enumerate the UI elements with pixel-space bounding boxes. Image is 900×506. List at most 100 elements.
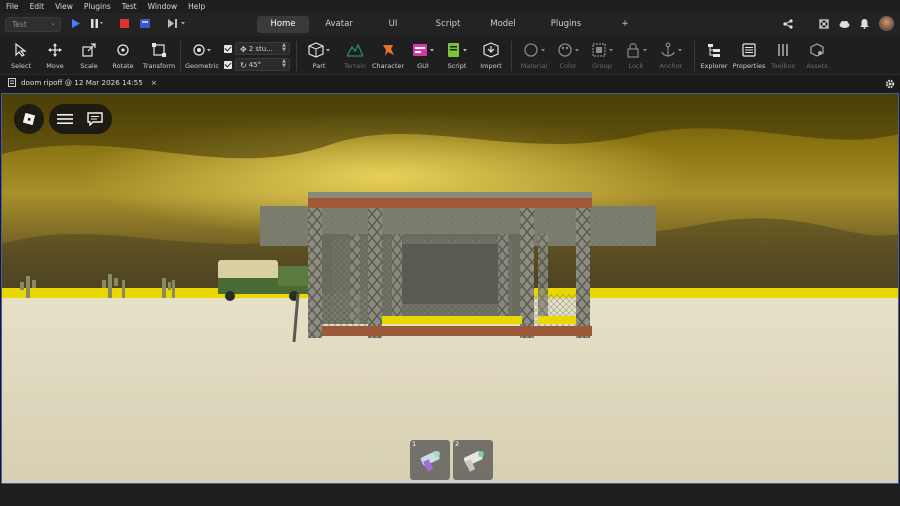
share-icon[interactable] [783,18,793,29]
part-tool[interactable]: Part [302,40,336,70]
snap-rotate-value: 45° [248,61,262,69]
move-tool[interactable]: Move [40,40,70,70]
script-label: Script [447,62,467,70]
terrain-tool[interactable]: Terrain [340,40,370,70]
terrain-label: Terrain [343,62,366,70]
toolbar-divider [296,41,297,71]
import-icon [483,42,499,58]
tool-hotbar: 1 2 [410,440,493,480]
geometric-icon [193,44,211,56]
tab-model[interactable]: Model [479,16,527,33]
tab-script[interactable]: Script [417,16,479,33]
roblox-menu-button[interactable] [14,104,44,134]
tab-ui[interactable]: UI [369,16,417,33]
gui-tool[interactable]: GUI [408,40,438,70]
hotbar-slot-1[interactable]: 1 [410,440,450,480]
geometric-mode-button[interactable]: Geometric [184,40,220,70]
add-tab-button[interactable]: + [605,16,645,33]
hamburger-menu-icon[interactable] [57,113,73,125]
anchor-tool[interactable]: Anchor [654,40,688,70]
mode-dropdown-value: Test [12,20,27,29]
explorer-button[interactable]: Explorer [699,40,729,70]
tab-home[interactable]: Home [257,16,309,33]
toolbar-divider [511,41,512,71]
menu-file[interactable]: File [0,0,24,13]
chat-icon[interactable] [87,112,103,126]
material-icon [524,43,545,57]
assets-button[interactable]: Assets [802,40,832,70]
close-tab-button[interactable]: × [151,78,157,87]
game-viewport[interactable]: STAY SCARED 1 [1,93,899,484]
lock-icon [627,43,647,58]
properties-button[interactable]: Properties [731,40,767,70]
collaborate-icon[interactable] [819,18,829,29]
cloud-icon[interactable] [839,20,850,28]
menu-test[interactable]: Test [116,0,142,13]
scale-icon [82,43,96,57]
toolbar-divider [180,41,181,71]
menu-plugins[interactable]: Plugins [78,0,116,13]
scale-label: Scale [80,62,98,70]
explorer-label: Explorer [700,62,728,70]
tab-plugins[interactable]: Plugins [527,16,605,33]
snap-rotate-checkbox[interactable] [224,60,232,69]
select-label: Select [10,62,32,70]
transform-tool[interactable]: Transform [142,40,176,70]
hotbar-slot-number: 1 [412,440,417,448]
toolbox-label: Toolbox [770,62,796,70]
terrain-icon [347,43,363,57]
mode-dropdown[interactable]: Test ⌄ [5,17,61,32]
move-label: Move [46,62,64,70]
rotate-icon [117,44,129,56]
status-bar [0,485,900,506]
menu-view[interactable]: View [49,0,78,13]
menu-help[interactable]: Help [182,0,210,13]
import-tool[interactable]: Import [476,40,506,70]
hotbar-slot-2[interactable]: 2 [453,440,493,480]
document-tab-title: doom ripoff @ 12 Mar 2026 14:55 [21,78,143,87]
play-icon[interactable] [71,19,80,28]
menu-window[interactable]: Window [142,0,183,13]
move-arrows-icon: ✥ [240,44,247,54]
avatar[interactable] [879,16,894,31]
blaster-tool-icon [463,451,484,472]
stepper-icon[interactable]: ▲ ▼ [282,43,286,53]
stop-icon[interactable] [120,19,129,28]
blaster-tool-icon [420,451,440,472]
server-client-icon[interactable] [140,19,150,28]
material-tool[interactable]: Material [516,40,552,70]
lock-label: Lock [628,62,644,70]
pause-icon[interactable] [91,19,103,28]
transform-icon [152,43,166,57]
select-tool[interactable]: Select [6,40,36,70]
gui-label: GUI [417,62,429,70]
snap-move-checkbox[interactable] [224,44,232,53]
snap-move-field[interactable]: ✥ 2 stu... ▲ ▼ [235,42,290,55]
tab-avatar[interactable]: Avatar [309,16,369,33]
lock-tool[interactable]: Lock [620,40,652,70]
notification-bell-icon[interactable] [860,18,869,29]
document-tab[interactable]: doom ripoff @ 12 Mar 2026 14:55 × [8,78,157,87]
document-icon [8,78,16,87]
script-tool[interactable]: Script [442,40,472,70]
gui-icon [413,44,434,56]
snap-rotate-field[interactable]: ↻ 45° ▲ ▼ [235,58,290,71]
character-tool[interactable]: Character [371,40,405,70]
scale-tool[interactable]: Scale [74,40,104,70]
group-label: Group [592,62,612,70]
material-label: Material [520,62,548,70]
rotate-icon: ↻ [240,60,247,70]
gear-icon[interactable] [885,79,895,89]
stepper-icon[interactable]: ▲ ▼ [282,59,286,69]
snap-rotate-row: ↻ 45° ▲ ▼ [224,58,290,71]
anchor-icon [661,42,682,57]
color-tool[interactable]: Color [552,40,584,70]
document-tab-bar: doom ripoff @ 12 Mar 2026 14:55 × [0,75,900,93]
color-palette-icon [558,43,579,57]
menu-edit[interactable]: Edit [24,0,50,13]
toolbox-button[interactable]: Toolbox [768,40,798,70]
rotate-tool[interactable]: Rotate [108,40,138,70]
group-tool[interactable]: Group [586,40,618,70]
step-icon[interactable] [168,19,186,28]
group-icon [592,43,613,57]
